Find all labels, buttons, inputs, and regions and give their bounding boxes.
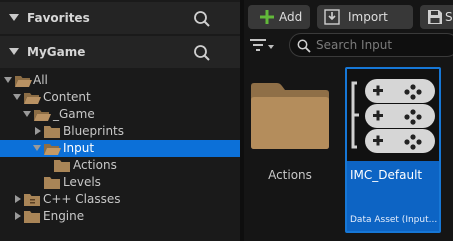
tree-item-label: Engine <box>43 209 85 223</box>
import-icon <box>324 9 340 25</box>
chevron-down-icon[interactable] <box>9 48 19 55</box>
add-button[interactable]: Add <box>248 5 310 29</box>
tree-item-cpp-classes[interactable]: C++ Classes <box>0 191 240 208</box>
tree-item-blueprints[interactable]: Blueprints <box>0 123 240 140</box>
tree-item-label: Input <box>63 141 95 155</box>
sources-panel: Favorites MyGame All Content _Game Bluep… <box>0 0 240 241</box>
tree-item-label: Blueprints <box>63 124 125 138</box>
tree-item-label: Levels <box>63 175 101 189</box>
expand-arrow-icon[interactable] <box>23 111 31 117</box>
tree-item-content[interactable]: Content <box>0 89 240 106</box>
expand-arrow-icon[interactable] <box>4 77 12 83</box>
expand-arrow-icon[interactable] <box>33 145 41 151</box>
tree-item-label: C++ Classes <box>43 192 121 206</box>
folder-icon <box>44 177 60 189</box>
chevron-down-icon[interactable] <box>9 14 19 21</box>
tree-item-engine[interactable]: Engine <box>0 208 240 225</box>
tree-item-label: Actions <box>73 158 117 172</box>
tree-item-input[interactable]: Input <box>0 140 240 157</box>
import-button[interactable]: Import <box>317 5 413 29</box>
save-icon <box>428 10 442 24</box>
search-placeholder: Search Input <box>316 38 393 52</box>
search-icon <box>297 39 311 53</box>
save-button[interactable]: Sa <box>420 5 453 29</box>
asset-type: Data Asset (Input... <box>350 215 438 225</box>
asset-name: IMC_Default <box>350 168 423 182</box>
asset-thumbnail <box>347 69 439 161</box>
search-icon[interactable] <box>193 10 211 28</box>
collapse-arrow-icon[interactable] <box>15 195 21 203</box>
tree-item-label: Content <box>43 90 91 104</box>
folder-open-icon <box>15 76 32 87</box>
tree-item-game[interactable]: _Game <box>0 106 240 123</box>
plus-icon <box>260 10 274 24</box>
folder-open-icon <box>44 144 61 155</box>
collapse-arrow-icon[interactable] <box>15 212 21 220</box>
chevron-down-icon[interactable] <box>268 45 274 49</box>
save-button-label: Sa <box>445 10 453 24</box>
tree-item-label: All <box>33 73 48 87</box>
project-header[interactable]: MyGame <box>0 36 240 68</box>
folder-open-icon <box>24 93 41 104</box>
search-icon[interactable] <box>193 44 211 62</box>
expand-arrow-icon[interactable] <box>13 94 21 100</box>
folder-icon <box>44 126 60 138</box>
tree-item-levels[interactable]: Levels <box>0 174 240 191</box>
tree-item-actions[interactable]: Actions <box>0 157 240 174</box>
gamepad-icon <box>351 79 435 153</box>
asset-tile-imc-default[interactable]: IMC_Default Data Asset (Input... <box>345 67 441 233</box>
add-button-label: Add <box>279 10 303 24</box>
folder-tree: All Content _Game Blueprints Input Actio… <box>0 70 240 241</box>
folder-icon <box>54 160 70 172</box>
favorites-label: Favorites <box>27 11 90 25</box>
folder-icon <box>24 211 40 223</box>
tree-item-all[interactable]: All <box>0 72 240 89</box>
search-input[interactable]: Search Input <box>289 33 453 57</box>
project-label: MyGame <box>27 45 86 59</box>
collapse-arrow-icon[interactable] <box>35 127 41 135</box>
filter-icon[interactable] <box>250 38 266 52</box>
folder-icon <box>251 83 329 149</box>
folder-open-icon <box>34 110 51 121</box>
tree-item-label: _Game <box>53 107 95 121</box>
content-browser-main: Add Import Sa Search Input Actions <box>244 0 453 241</box>
import-button-label: Import <box>348 10 388 24</box>
asset-name: Actions <box>268 168 312 182</box>
favorites-header[interactable]: Favorites <box>0 2 240 34</box>
asset-tile-folder[interactable]: Actions <box>247 70 333 232</box>
folder-icon <box>24 194 40 206</box>
